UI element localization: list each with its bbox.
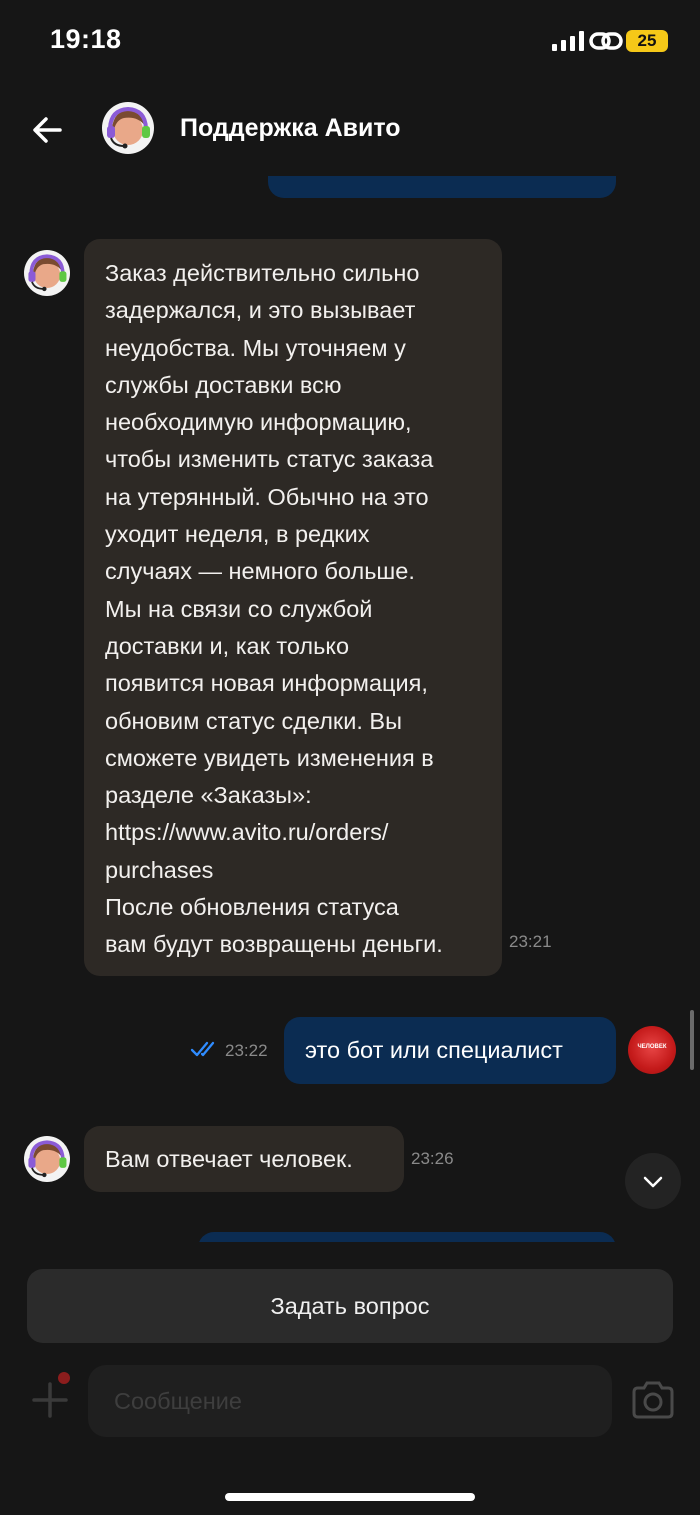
message-bubble-out[interactable]: это бот или специалист (284, 1017, 616, 1084)
message-bubble-out-partial (198, 1232, 616, 1242)
status-time: 19:18 (50, 24, 122, 54)
user-avatar: ЧЕЛОВЕК (628, 1026, 676, 1074)
back-arrow-icon[interactable] (28, 110, 68, 150)
battery-indicator: 25 (626, 30, 668, 52)
scrollbar[interactable] (690, 1010, 694, 1070)
read-ticks-icon (190, 1041, 215, 1057)
link-icon (589, 32, 623, 50)
home-indicator[interactable] (225, 1493, 475, 1501)
camera-icon[interactable] (630, 1380, 676, 1420)
support-avatar (24, 250, 70, 296)
support-avatar[interactable] (102, 102, 154, 154)
message-bubble-in[interactable]: Вам отвечает человек. (84, 1126, 404, 1192)
message-list[interactable]: Заказ действительно сильно задержался, и… (0, 150, 700, 1242)
plus-icon[interactable] (30, 1380, 70, 1420)
chat-title: Поддержка Авито (180, 114, 401, 142)
ask-question-button[interactable]: Задать вопрос (27, 1269, 673, 1343)
message-input[interactable]: Сообщение (88, 1365, 612, 1437)
chat-header: Поддержка Авито (0, 84, 700, 176)
message-time: 23:22 (225, 1041, 268, 1060)
message-time: 23:26 (411, 1149, 454, 1168)
chevron-down-icon (643, 1176, 663, 1188)
user-avatar-label: ЧЕЛОВЕК (637, 1044, 667, 1050)
message-bubble-in[interactable]: Заказ действительно сильно задержался, и… (84, 239, 502, 976)
message-time: 23:21 (509, 932, 552, 951)
support-avatar (24, 1136, 70, 1182)
scroll-down-button[interactable] (625, 1153, 681, 1209)
signal-icon (552, 31, 584, 51)
status-bar: 19:18 25 (0, 0, 700, 84)
notification-dot (58, 1372, 70, 1384)
